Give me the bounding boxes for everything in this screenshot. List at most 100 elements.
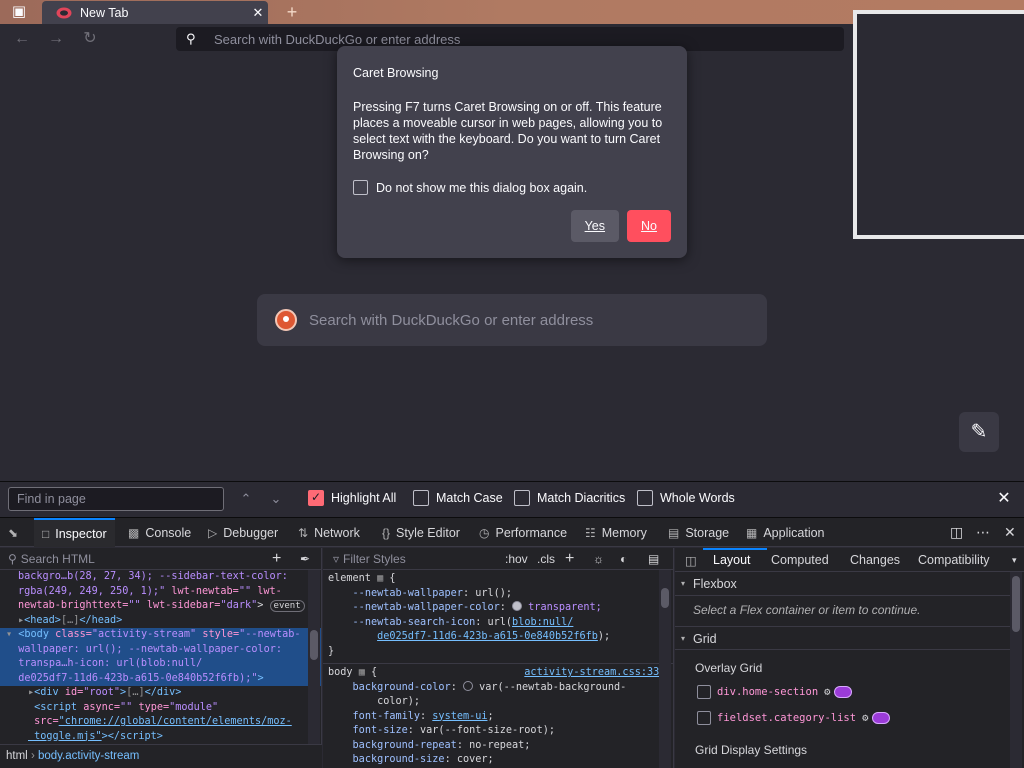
whole-words-option[interactable]: Whole Words [637, 490, 735, 506]
tab-console[interactable]: ▩ Console [128, 518, 191, 547]
element-picker-icon[interactable]: ⬊ [8, 518, 24, 547]
markup-scrollbar[interactable] [308, 570, 320, 768]
breadcrumb-html[interactable]: html [6, 750, 28, 762]
newtab-search-box[interactable]: Search with DuckDuckGo or enter address [257, 294, 767, 346]
grid-color-swatch[interactable] [834, 686, 853, 698]
newtab-search-placeholder: Search with DuckDuckGo or enter address [309, 311, 594, 329]
element-rule[interactable]: element ▦ { --newtab-wallpaper: url(); -… [323, 570, 673, 661]
breadcrumb-body[interactable]: body.activity-stream [38, 750, 139, 762]
event-badge[interactable]: event [269, 600, 305, 612]
highlight-all-option[interactable]: ✓ Highlight All [308, 490, 396, 506]
flexbox-section-header[interactable]: ▾ Flexbox [675, 572, 1010, 596]
caret-browsing-dialog: Caret Browsing Pressing F7 turns Caret B… [337, 46, 687, 258]
yes-button[interactable]: Yes [570, 210, 620, 242]
checkbox-label: Do not show me this dialog box again. [376, 180, 588, 195]
stylesheet-link[interactable]: activity-stream.css:332 [524, 667, 665, 678]
tab-favicon-icon [56, 7, 72, 19]
selected-body-node[interactable]: ▾ <body class="activity-stream" style="-… [0, 628, 321, 686]
overlay-frame [853, 10, 1024, 239]
sidebar-toggle-icon[interactable]: ◫ [685, 553, 697, 568]
tab-changes[interactable]: Changes [850, 553, 900, 567]
tab-network[interactable]: ⇅ Network [298, 518, 360, 547]
tab-performance[interactable]: ◷ Performance [479, 518, 567, 547]
class-toggle[interactable]: .cls [537, 552, 555, 566]
memory-icon: ☷ [585, 525, 596, 540]
more-options-icon[interactable]: ⋯ [976, 524, 990, 541]
markup-children[interactable]: ▸<div id="root">[…]</div> <script async=… [0, 686, 321, 744]
search-html-input[interactable]: Search HTML [21, 552, 95, 566]
highlight-all-label: Highlight All [331, 491, 397, 505]
tab-memory[interactable]: ☷ Memory [585, 518, 647, 547]
whole-words-label: Whole Words [660, 491, 735, 505]
gear-icon[interactable]: ⚙ [862, 712, 868, 724]
tab-close-icon[interactable]: ✕ [248, 5, 268, 21]
reload-icon[interactable]: ↻ [80, 30, 100, 48]
body-rule[interactable]: body ▦ { activity-stream.css:332 backgro… [323, 664, 673, 768]
grid-item-category-list[interactable]: fieldset.category-list ⚙ [697, 711, 891, 725]
tab-debugger[interactable]: ▷ Debugger [208, 518, 278, 547]
firefox-view-icon[interactable]: ▣ [8, 3, 30, 21]
layout-pane: ◫ Layout Computed Changes Compatibility … [675, 548, 1024, 768]
tab-storage[interactable]: ▤ Storage [668, 518, 729, 547]
tab-layout[interactable]: Layout [713, 553, 751, 567]
grid-checkbox[interactable] [697, 685, 711, 699]
whole-words-checkbox[interactable] [637, 490, 653, 506]
search-icon: ⚲ [8, 551, 17, 566]
tab-computed[interactable]: Computed [771, 553, 829, 567]
filter-styles-input[interactable]: Filter Styles [343, 552, 406, 566]
filter-icon: ▿ [333, 551, 340, 566]
grid-checkbox[interactable] [697, 711, 711, 725]
markup-tree[interactable]: backgro…b(28, 27, 34); --sidebar-text-co… [0, 570, 321, 628]
match-case-option[interactable]: Match Case [413, 490, 503, 506]
eyedropper-icon[interactable]: ✒ [300, 552, 310, 566]
markup-pane: ⚲ Search HTML + ✒ backgro…b(28, 27, 34);… [0, 548, 322, 768]
dark-theme-icon[interactable]: ◐ [620, 552, 627, 566]
light-theme-icon[interactable]: ☼ [593, 552, 604, 566]
match-diacritics-checkbox[interactable] [514, 490, 530, 506]
layout-tab-underline [703, 548, 767, 550]
url-bar-placeholder: Search with DuckDuckGo or enter address [214, 31, 461, 47]
tab-style-editor[interactable]: {} Style Editor [382, 518, 460, 547]
style-editor-icon: {} [382, 525, 391, 540]
match-case-checkbox[interactable] [413, 490, 429, 506]
no-button[interactable]: No [627, 210, 671, 242]
highlight-all-checkbox[interactable]: ✓ [308, 490, 324, 506]
match-diacritics-option[interactable]: Match Diacritics [514, 490, 625, 506]
dont-show-again-checkbox[interactable]: Do not show me this dialog box again. [353, 180, 671, 195]
add-rule-icon[interactable]: + [565, 550, 574, 568]
rules-pane: ▿ Filter Styles :hov .cls + ☼ ◐ ▤ elemen… [323, 548, 674, 768]
find-previous-icon[interactable]: ⌃ [237, 489, 255, 509]
find-close-icon[interactable]: ✕ [994, 488, 1014, 510]
checkbox-box[interactable] [353, 180, 368, 195]
dialog-message: Pressing F7 turns Caret Browsing on or o… [353, 100, 663, 162]
add-node-icon[interactable]: + [272, 550, 281, 568]
layout-scrollbar[interactable] [1010, 572, 1022, 768]
inspector-icon: □ [42, 526, 50, 541]
console-icon: ▩ [128, 525, 140, 540]
find-in-page-input[interactable]: Find in page [8, 487, 224, 511]
find-next-icon[interactable]: ⌄ [267, 489, 285, 509]
dock-icon[interactable]: ◫ [950, 524, 963, 541]
new-tab-plus-icon[interactable]: + [282, 2, 302, 22]
close-devtools-icon[interactable]: ✕ [1004, 524, 1016, 541]
search-icon: ⚲ [186, 31, 196, 46]
tab-new-tab[interactable]: New Tab ✕ [42, 1, 268, 25]
overlay-grid-label: Overlay Grid [695, 661, 763, 675]
forward-arrow-icon[interactable]: → [46, 30, 66, 48]
tab-application[interactable]: ▦ Application [746, 518, 825, 547]
back-arrow-icon[interactable]: ← [12, 30, 32, 48]
grid-item-home-section[interactable]: div.home-section ⚙ [697, 685, 853, 699]
edit-pencil-icon[interactable]: ✎ [959, 412, 999, 452]
grid-section-header[interactable]: ▾ Grid [675, 626, 1010, 650]
dialog-buttons: Yes No [570, 210, 671, 242]
hover-pseudo-toggle[interactable]: :hov [505, 552, 528, 566]
grid-display-settings-label: Grid Display Settings [695, 743, 808, 757]
grid-color-swatch[interactable] [872, 712, 891, 724]
print-media-icon[interactable]: ▤ [648, 552, 659, 566]
rules-scrollbar[interactable] [659, 570, 671, 768]
breadcrumb: html › body.activity-stream [0, 744, 322, 768]
gear-icon[interactable]: ⚙ [824, 686, 830, 698]
tab-compatibility[interactable]: Compatibility [918, 553, 990, 567]
tabs-overflow-icon[interactable]: ▾ [1012, 555, 1017, 566]
tab-inspector[interactable]: □ Inspector [34, 518, 115, 547]
